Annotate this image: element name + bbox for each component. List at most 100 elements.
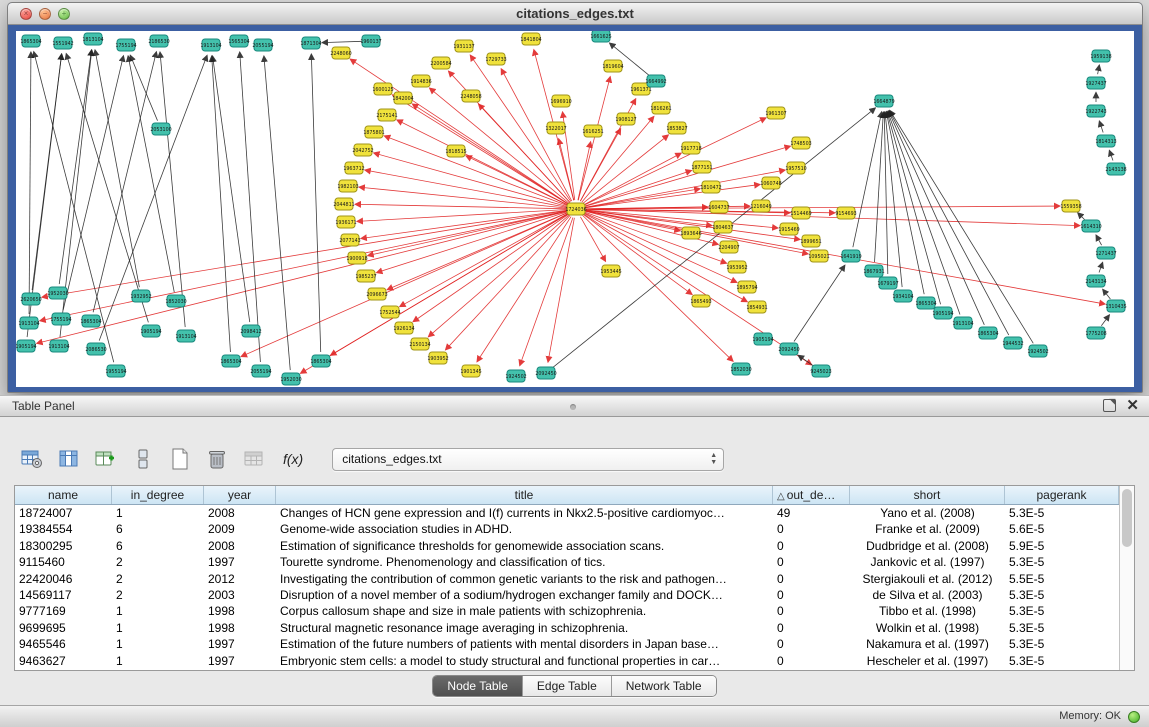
network-node[interactable]: 1961307 [765, 107, 786, 119]
network-node[interactable]: 1924502 [1027, 345, 1048, 357]
network-node[interactable]: 1804637 [712, 221, 733, 233]
network-edge[interactable] [853, 112, 882, 247]
network-node[interactable]: 1953445 [600, 265, 621, 277]
delete-table-icon[interactable] [203, 445, 231, 473]
network-edge[interactable] [1096, 235, 1102, 245]
network-node[interactable]: 1934104 [892, 290, 913, 302]
network-node[interactable]: 1865304 [80, 315, 101, 327]
table-row[interactable]: 969969511998Structural magnetic resonanc… [15, 620, 1119, 636]
network-node[interactable]: 1852030 [165, 295, 186, 307]
network-edge[interactable] [794, 265, 845, 341]
network-node[interactable]: 2096673 [366, 288, 387, 300]
network-node[interactable]: 1841804 [520, 33, 541, 45]
network-node[interactable]: 1917718 [680, 142, 701, 154]
network-edge[interactable] [160, 52, 185, 327]
network-node[interactable]: 1661625 [590, 31, 611, 42]
network-node[interactable]: 1729733 [485, 53, 506, 65]
network-edge[interactable] [212, 56, 231, 352]
network-node[interactable]: 1913104 [175, 330, 196, 342]
network-node[interactable]: 1216049 [750, 200, 771, 212]
network-node[interactable]: 2077143 [339, 234, 360, 246]
network-node[interactable]: 1953952 [726, 261, 747, 273]
network-edge[interactable] [376, 212, 567, 273]
network-node[interactable]: 1982103 [337, 180, 358, 192]
network-node[interactable]: 1899651 [800, 235, 821, 247]
table-row[interactable]: 946362711997Embryonic stem cells: a mode… [15, 653, 1119, 669]
network-node[interactable]: 1559358 [1060, 200, 1081, 212]
network-edge[interactable] [580, 217, 605, 262]
network-node[interactable]: 1914836 [410, 75, 431, 87]
network-node[interactable]: 1867931 [863, 265, 884, 277]
tab-edge-table[interactable]: Edge Table [523, 676, 612, 696]
network-node[interactable]: 1865304 [977, 327, 998, 339]
network-node[interactable]: 1775208 [1085, 327, 1106, 339]
network-edge[interactable] [875, 112, 884, 262]
network-edge[interactable] [887, 112, 941, 305]
network-edge[interactable] [890, 110, 1034, 343]
network-node[interactable]: 1913104 [952, 317, 973, 329]
network-node[interactable]: 1952030 [280, 373, 301, 385]
network-node[interactable]: 1959138 [1090, 50, 1111, 62]
column-header-in-degree[interactable]: in_degree [112, 486, 204, 504]
network-node[interactable]: 1913104 [18, 317, 39, 329]
network-edge[interactable] [240, 52, 261, 362]
network-node[interactable]: 1931137 [453, 40, 474, 52]
network-node[interactable]: 1952030 [47, 287, 68, 299]
network-edge[interactable] [311, 54, 320, 352]
table-row[interactable]: 977716911998Corpus callosum shape and si… [15, 603, 1119, 619]
table-row[interactable]: 1872400712008Changes of HCN gene express… [15, 505, 1119, 521]
network-edge[interactable] [1099, 121, 1103, 132]
network-node[interactable]: 1818515 [445, 145, 466, 157]
network-edge[interactable] [392, 95, 568, 204]
network-node[interactable]: 1957510 [785, 162, 806, 174]
network-edge[interactable] [548, 218, 574, 362]
network-node[interactable]: 2200584 [430, 57, 451, 69]
network-node[interactable]: 1903952 [427, 352, 448, 364]
network-node[interactable]: 2092450 [778, 343, 799, 355]
network-node[interactable]: 2175141 [376, 109, 397, 121]
network-node[interactable]: 9245023 [810, 365, 831, 377]
network-node[interactable]: 1724036 [565, 203, 586, 215]
network-node[interactable]: 1664879 [873, 95, 894, 107]
network-node[interactable]: 1865304 [310, 355, 331, 367]
network-node[interactable]: 1614310 [1080, 220, 1101, 232]
table-scrollbar[interactable] [1119, 486, 1134, 670]
network-node[interactable]: 1908127 [615, 113, 636, 125]
scrollbar-thumb[interactable] [1122, 489, 1132, 547]
table-row[interactable]: 946554611997Estimation of the future num… [15, 636, 1119, 652]
close-panel-icon[interactable]: ✕ [1126, 399, 1139, 412]
network-node[interactable]: 1865304 [20, 35, 41, 47]
network-node[interactable]: 1271437 [1095, 247, 1116, 259]
network-node[interactable]: 1922743 [1085, 105, 1106, 117]
table-row[interactable]: 1938455462009Genome-wide association stu… [15, 521, 1119, 537]
table-selector-dropdown[interactable]: citations_edges.txt ▲▼ [332, 448, 724, 471]
network-edge[interactable] [241, 213, 568, 357]
network-edge[interactable] [397, 120, 568, 205]
network-node[interactable]: 1810472 [700, 181, 721, 193]
network-node[interactable]: 1905194 [16, 340, 37, 352]
column-header-pagerank[interactable]: pagerank [1005, 486, 1119, 504]
network-node[interactable]: 1748503 [790, 137, 811, 149]
network-node[interactable]: 2092450 [535, 367, 556, 379]
network-node[interactable]: 1565304 [228, 35, 249, 47]
network-edge[interactable] [553, 108, 875, 367]
network-edge[interactable] [322, 41, 362, 42]
network-node[interactable]: 1865304 [220, 355, 241, 367]
network-edge[interactable] [213, 56, 250, 322]
network-node[interactable]: 1955194 [105, 365, 126, 377]
network-node[interactable]: 1322017 [545, 122, 566, 134]
network-node[interactable]: 1927437 [1085, 77, 1106, 89]
network-edge[interactable] [29, 52, 31, 314]
network-node[interactable]: 1895794 [736, 281, 757, 293]
network-graph[interactable]: 1724036 1841804 1729733 19311372200584 19148… [16, 31, 1134, 387]
table-row[interactable]: 1456911722003Disruption of a novel membe… [15, 587, 1119, 603]
network-node[interactable]: 1963712 [343, 162, 364, 174]
network-node[interactable]: 1932952 [130, 290, 151, 302]
network-node[interactable]: 1915469 [778, 223, 799, 235]
import-table-icon[interactable] [240, 445, 268, 473]
network-edge[interactable] [583, 135, 668, 203]
network-node[interactable]: 2143134 [1085, 275, 1106, 287]
network-edge[interactable] [1103, 289, 1111, 299]
function-builder-icon[interactable]: f(x) [277, 451, 309, 467]
splitter-grip[interactable] [570, 404, 576, 410]
